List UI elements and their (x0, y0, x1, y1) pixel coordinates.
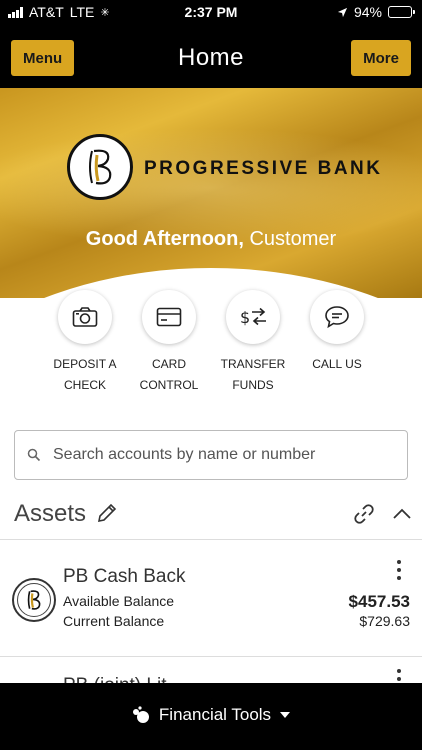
bank-logo (67, 134, 133, 200)
svg-text:$: $ (240, 308, 250, 327)
status-right: 94% (337, 4, 415, 20)
more-options-icon[interactable] (396, 560, 402, 584)
hero-banner: PROGRESSIVE BANK Good Afternoon, Custome… (0, 88, 422, 298)
account-row[interactable]: PB Cash Back Available Balance Current B… (0, 540, 422, 656)
battery-percent: 94% (353, 4, 382, 20)
available-balance-value: $457.53 (348, 592, 410, 611)
transfer-dollar-icon: $ (240, 307, 266, 327)
financial-tools-button[interactable]: Financial Tools (0, 705, 422, 725)
bank-logo-small-icon (27, 590, 41, 610)
action-circle[interactable] (58, 290, 112, 344)
action-circle[interactable] (310, 290, 364, 344)
action-label: CALL US (312, 357, 362, 371)
link-icon[interactable] (352, 502, 376, 526)
customer-name: Customer (249, 228, 337, 250)
account-logo-mark (17, 583, 51, 617)
action-call-us[interactable]: CALL US (295, 290, 379, 375)
action-circle[interactable] (142, 290, 196, 344)
action-card-control[interactable]: CARD CONTROL (127, 290, 211, 396)
camera-icon (72, 307, 98, 327)
greeting: Good Afternoon, Customer (0, 228, 422, 251)
bank-logo-mark (89, 149, 112, 185)
account-name: PB Cash Back (63, 566, 186, 587)
search-box[interactable] (14, 430, 408, 480)
assets-header: Assets (0, 494, 422, 538)
credit-card-icon (156, 307, 182, 327)
action-transfer-funds[interactable]: $ TRANSFER FUNDS (211, 290, 295, 396)
financial-tools-icon (132, 706, 149, 723)
action-circle[interactable]: $ (226, 290, 280, 344)
chat-bubble-icon (325, 306, 349, 329)
action-deposit-check[interactable]: DEPOSIT A CHECK (43, 290, 127, 396)
search-input[interactable] (53, 446, 373, 464)
action-label: CARD CONTROL (139, 357, 199, 392)
bottom-bar: Financial Tools (0, 683, 422, 750)
action-label: DEPOSIT A CHECK (53, 357, 117, 392)
location-arrow-icon (337, 7, 348, 17)
current-balance-label: Current Balance (63, 613, 165, 629)
search-icon (27, 448, 41, 462)
battery-icon (388, 6, 415, 18)
action-label: TRANSFER FUNDS (220, 357, 286, 392)
more-button[interactable]: More (351, 40, 411, 76)
caret-down-icon (280, 712, 291, 718)
top-nav-bar: Menu Home More (0, 24, 422, 88)
account-logo (12, 578, 56, 622)
financial-tools-label: Financial Tools (158, 705, 272, 724)
status-bar: AT&T LTE ✳ 2:37 PM 94% (0, 0, 422, 24)
pencil-edit-icon[interactable] (96, 502, 118, 524)
available-balance-label: Available Balance (63, 593, 175, 609)
quick-actions: DEPOSIT A CHECK CARD CONTROL $ TRANSFER … (0, 290, 422, 400)
chevron-up-icon[interactable] (392, 506, 412, 520)
bank-name: PROGRESSIVE BANK (144, 158, 383, 179)
greeting-text: Good Afternoon, (85, 228, 244, 250)
assets-title: Assets (14, 500, 87, 527)
current-balance-value: $729.63 (359, 613, 410, 629)
